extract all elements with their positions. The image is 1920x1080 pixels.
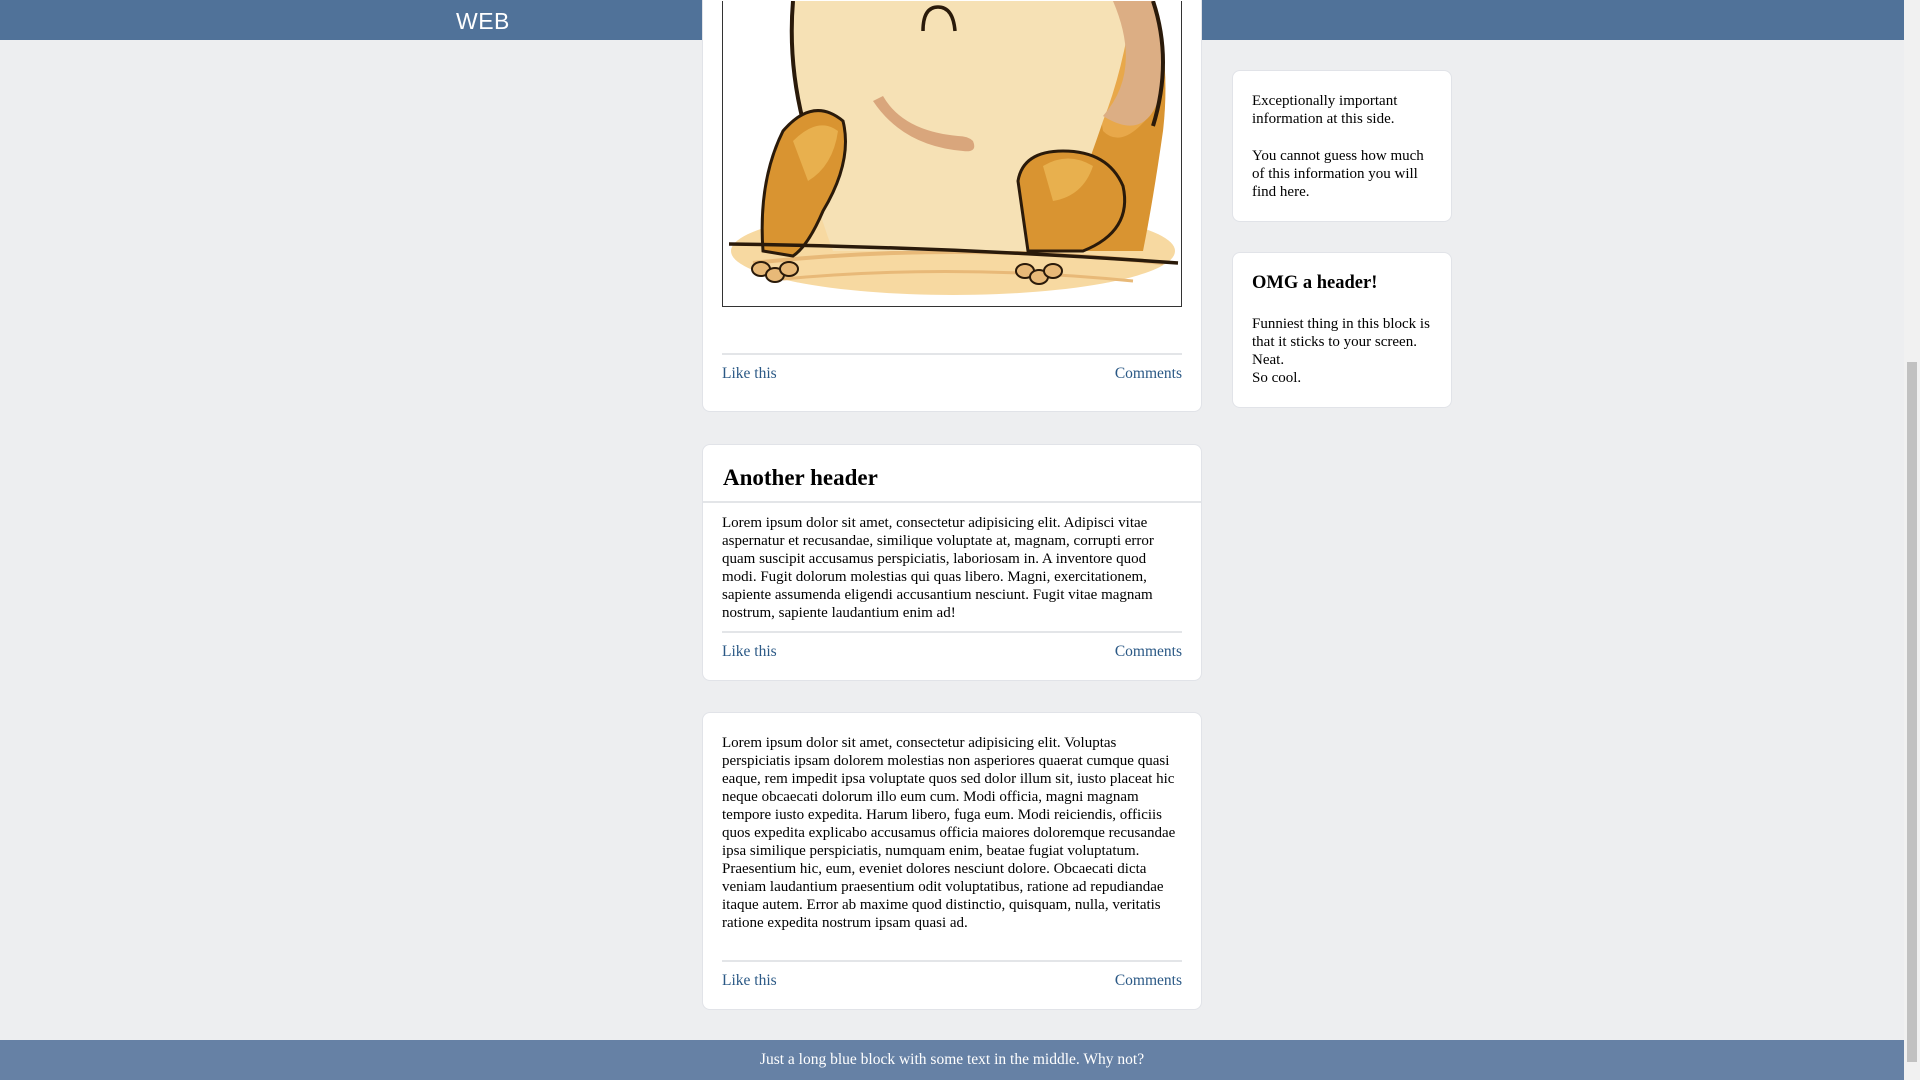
footer-text: Just a long blue block with some text in… bbox=[759, 1051, 1145, 1068]
like-link[interactable]: Like this bbox=[722, 643, 777, 661]
comments-link[interactable]: Comments bbox=[1115, 972, 1182, 990]
post-card: Another header Lorem ipsum dolor sit ame… bbox=[702, 444, 1202, 681]
sidebar-sticky-block: OMG a header! Funniest thing in this blo… bbox=[1232, 252, 1452, 408]
page-footer: Just a long blue block with some text in… bbox=[0, 1040, 1904, 1080]
sidebar-info-text: You cannot guess how much of this inform… bbox=[1252, 148, 1424, 200]
sidebar-info-block: Exceptionally important information at t… bbox=[1232, 70, 1452, 222]
post-actions: Like this Comments bbox=[722, 353, 1182, 385]
sidebar-sticky-text: Funniest thing in this block is that it … bbox=[1252, 316, 1430, 368]
post-body-text: Lorem ipsum dolor sit amet, consectetur … bbox=[722, 735, 1176, 931]
scrollbar-thumb[interactable] bbox=[1907, 362, 1917, 1062]
like-link[interactable]: Like this bbox=[722, 972, 777, 990]
post-actions: Like this Comments bbox=[722, 960, 1182, 992]
sidebar-sticky-title: OMG a header! bbox=[1252, 273, 1378, 293]
post-actions: Like this Comments bbox=[722, 631, 1182, 663]
post-card: Lorem ipsum dolor sit amet, consectetur … bbox=[702, 712, 1202, 1010]
site-logo[interactable]: WEB bbox=[456, 8, 510, 35]
post-card-image: Like this Comments bbox=[702, 0, 1202, 412]
post-title: Another header bbox=[723, 465, 878, 490]
title-divider bbox=[703, 501, 1201, 503]
like-link[interactable]: Like this bbox=[722, 365, 777, 383]
vertical-scrollbar[interactable] bbox=[1904, 0, 1920, 1080]
hamster-image bbox=[722, 1, 1182, 307]
post-body-text: Lorem ipsum dolor sit amet, consectetur … bbox=[722, 515, 1154, 621]
sidebar-info-text: Exceptionally important information at t… bbox=[1252, 93, 1398, 127]
comments-link[interactable]: Comments bbox=[1115, 643, 1182, 661]
sidebar-sticky-text: So cool. bbox=[1252, 370, 1302, 386]
comments-link[interactable]: Comments bbox=[1115, 365, 1182, 383]
